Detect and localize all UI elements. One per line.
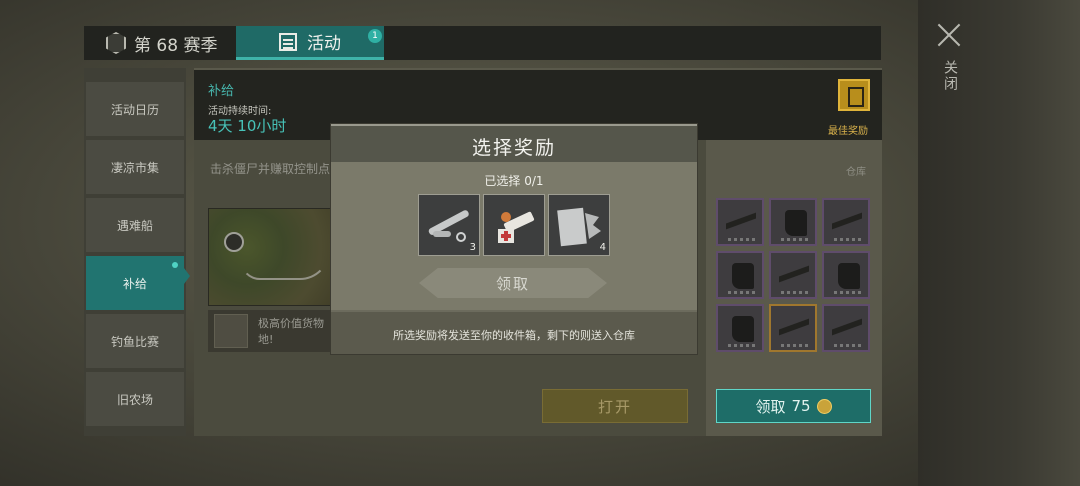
tab-activity-label: 活动 [307, 34, 341, 54]
active-indicator [184, 268, 190, 284]
rifle-icon [779, 263, 809, 285]
boots-icon [732, 316, 754, 342]
sidebar-item-fishing[interactable]: 钓鱼比赛 [86, 314, 184, 368]
inventory-slot[interactable] [822, 198, 870, 246]
inventory-slot[interactable] [769, 304, 817, 352]
rifle-icon [832, 316, 862, 338]
sidebar-item-old-farm[interactable]: 旧农场 [86, 372, 184, 426]
reward-quantity: 4 [599, 242, 606, 253]
close-icon[interactable] [936, 22, 962, 48]
tab-season[interactable]: 第 68 赛季 [100, 26, 236, 60]
close-label[interactable]: 关闭 [940, 60, 960, 92]
modal-claim-button[interactable]: 领取 [419, 268, 607, 298]
inventory-slot[interactable] [822, 304, 870, 352]
rarity-stars [781, 291, 809, 294]
inventory-slot[interactable] [716, 251, 764, 299]
boots-icon [732, 263, 754, 289]
sidebar-item-label: 凄凉市集 [110, 160, 159, 175]
rarity-stars [728, 344, 756, 347]
claim-button-label: 领取 [755, 397, 786, 416]
modal-title: 选择奖励 [471, 137, 556, 159]
sidebar-item-label: 旧农场 [116, 392, 153, 407]
sidebar-item-label: 遇难船 [116, 218, 153, 233]
shotgun-icon [779, 316, 809, 338]
rarity-stars [834, 238, 862, 241]
season-badge-icon [106, 32, 126, 54]
sidebar-item-label: 钓鱼比赛 [110, 334, 159, 349]
claim-button[interactable]: 领取 75 [716, 389, 871, 423]
best-reward-icon[interactable] [838, 79, 870, 111]
inventory-slot[interactable] [822, 251, 870, 299]
rarity-stars [834, 291, 862, 294]
reward-quantity: 3 [469, 242, 476, 253]
tab-season-label: 第 68 赛季 [134, 35, 218, 56]
inventory-slot[interactable] [716, 304, 764, 352]
best-reward-label[interactable]: 最佳奖励 [828, 122, 868, 137]
notification-dot [172, 262, 178, 268]
sidebar-item-market[interactable]: 凄凉市集 [86, 140, 184, 194]
tab-activity[interactable]: 活动 [236, 26, 384, 60]
rarity-stars [728, 238, 756, 241]
calendar-icon [279, 32, 297, 51]
notification-badge: 1 [368, 29, 382, 43]
modal-note: 所选奖励将发送至你的收件箱，剩下的则送入仓库 [393, 329, 635, 342]
boots-icon [838, 263, 860, 289]
rarity-stars [834, 344, 862, 347]
boots-icon [785, 210, 807, 236]
medical-syringe-icon [498, 211, 535, 243]
warehouse-label: 仓库 [846, 167, 866, 178]
shotgun-icon [832, 210, 862, 232]
rifle-icon [726, 210, 756, 232]
inventory-slot[interactable] [716, 198, 764, 246]
rarity-stars [781, 238, 809, 241]
sidebar-item-shipwreck[interactable]: 遇难船 [86, 198, 184, 252]
claim-cost: 75 [791, 397, 811, 415]
inventory-slot[interactable] [769, 198, 817, 246]
sidebar-item-calendar[interactable]: 活动日历 [86, 82, 184, 136]
reward-option[interactable] [483, 194, 545, 256]
modal-claim-label: 领取 [495, 274, 530, 293]
reward-option[interactable]: 3 [418, 194, 480, 256]
rarity-stars [728, 291, 756, 294]
reward-option[interactable]: 4 [548, 194, 610, 256]
event-title: 补给 [208, 84, 235, 99]
selected-count: 已选择 0/1 [484, 174, 544, 188]
duration-value: 4天 10小时 [208, 117, 287, 135]
coin-icon [816, 398, 832, 414]
sidebar-item-label: 补给 [122, 276, 147, 291]
rarity-stars [781, 344, 809, 347]
sidebar-item-supply[interactable]: 补给 [86, 256, 184, 310]
inventory-slot[interactable] [769, 251, 817, 299]
sidebar-item-label: 活动日历 [110, 102, 159, 117]
